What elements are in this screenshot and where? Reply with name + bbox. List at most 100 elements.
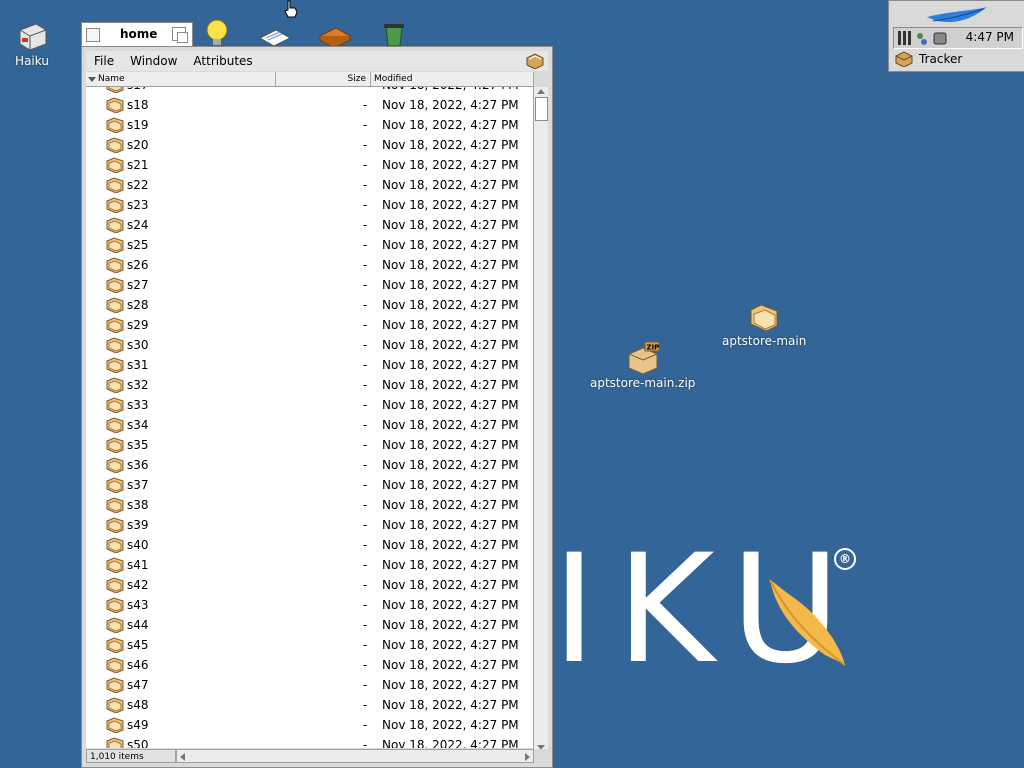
- scroll-thumb[interactable]: [535, 97, 548, 121]
- row-size: -: [363, 498, 368, 512]
- row-size: -: [363, 598, 368, 612]
- table-row[interactable]: s27 - Nov 18, 2022, 4:27 PM: [86, 275, 534, 295]
- horizontal-scrollbar[interactable]: [176, 749, 534, 763]
- file-list[interactable]: s17-Nov 18, 2022, 4:27 PMs18-Nov 18, 202…: [86, 87, 534, 748]
- column-name[interactable]: Name: [86, 72, 276, 86]
- table-row[interactable]: s19 - Nov 18, 2022, 4:27 PM: [86, 115, 534, 135]
- vertical-scrollbar[interactable]: [533, 87, 548, 752]
- row-name: s36: [127, 458, 149, 472]
- table-row[interactable]: s39 - Nov 18, 2022, 4:27 PM: [86, 515, 534, 535]
- row-modified: Nov 18, 2022, 4:27 PM: [382, 738, 519, 748]
- row-modified: Nov 18, 2022, 4:27 PM: [382, 318, 519, 332]
- scroll-up-arrow[interactable]: [537, 89, 545, 94]
- hard-disk-icon: [19, 23, 47, 51]
- table-row[interactable]: s48 - Nov 18, 2022, 4:27 PM: [86, 695, 534, 715]
- trash-icon[interactable]: [380, 20, 408, 48]
- row-modified: Nov 18, 2022, 4:27 PM: [382, 498, 519, 512]
- table-row[interactable]: s18 - Nov 18, 2022, 4:27 PM: [86, 95, 534, 115]
- menu-attributes[interactable]: Attributes: [185, 54, 260, 68]
- table-row[interactable]: s44 - Nov 18, 2022, 4:27 PM: [86, 615, 534, 635]
- folder-icon: [106, 137, 124, 156]
- row-modified: Nov 18, 2022, 4:27 PM: [382, 438, 519, 452]
- file-list-rows: s17-Nov 18, 2022, 4:27 PMs18-Nov 18, 202…: [86, 87, 534, 748]
- deskbar-clock[interactable]: 4:47 PM: [966, 30, 1014, 44]
- table-row[interactable]: s41 - Nov 18, 2022, 4:27 PM: [86, 555, 534, 575]
- resize-corner[interactable]: [534, 749, 548, 763]
- row-modified: Nov 18, 2022, 4:27 PM: [382, 87, 519, 92]
- table-row[interactable]: s22 - Nov 18, 2022, 4:27 PM: [86, 175, 534, 195]
- row-name: s28: [127, 298, 149, 312]
- deskbar-tray: 4:47 PM: [893, 27, 1023, 49]
- table-row[interactable]: s40 - Nov 18, 2022, 4:27 PM: [86, 535, 534, 555]
- folder-icon: [106, 397, 124, 416]
- scroll-right-arrow[interactable]: [525, 753, 530, 761]
- folder-icon: [106, 617, 124, 636]
- haiku-leaf-menu-icon[interactable]: [925, 5, 989, 27]
- table-row[interactable]: s21 - Nov 18, 2022, 4:27 PM: [86, 155, 534, 175]
- table-row[interactable]: s36 - Nov 18, 2022, 4:27 PM: [86, 455, 534, 475]
- row-modified: Nov 18, 2022, 4:27 PM: [382, 278, 519, 292]
- table-row[interactable]: s33 - Nov 18, 2022, 4:27 PM: [86, 395, 534, 415]
- menu-bar: File Window Attributes: [86, 51, 548, 71]
- row-name: s39: [127, 518, 149, 532]
- folder-icon: [106, 477, 124, 496]
- row-name: s30: [127, 338, 149, 352]
- table-row[interactable]: s31 - Nov 18, 2022, 4:27 PM: [86, 355, 534, 375]
- desktop-icon-aptstore-main[interactable]: aptstore-main: [722, 302, 806, 348]
- table-row[interactable]: s26 - Nov 18, 2022, 4:27 PM: [86, 255, 534, 275]
- document-icon[interactable]: [258, 28, 292, 48]
- row-size: -: [363, 518, 368, 532]
- row-size: -: [363, 338, 368, 352]
- table-row[interactable]: s30 - Nov 18, 2022, 4:27 PM: [86, 335, 534, 355]
- row-size: -: [363, 538, 368, 552]
- row-modified: Nov 18, 2022, 4:27 PM: [382, 158, 519, 172]
- desktop-icon-aptstore-main-zip[interactable]: ZIP aptstore-main.zip: [590, 340, 695, 390]
- table-row[interactable]: s42 - Nov 18, 2022, 4:27 PM: [86, 575, 534, 595]
- table-row[interactable]: s50 - Nov 18, 2022, 4:27 PM: [86, 735, 534, 748]
- window-close-button[interactable]: [86, 28, 100, 42]
- table-row[interactable]: s28 - Nov 18, 2022, 4:27 PM: [86, 295, 534, 315]
- folder-icon: [106, 377, 124, 396]
- package-icon[interactable]: [318, 26, 352, 48]
- row-name: s25: [127, 238, 149, 252]
- table-row[interactable]: s24 - Nov 18, 2022, 4:27 PM: [86, 215, 534, 235]
- column-size[interactable]: Size: [276, 72, 371, 86]
- desktop-icon-haiku[interactable]: Haiku: [14, 20, 50, 68]
- menu-file[interactable]: File: [86, 54, 122, 68]
- folder-icon: [106, 157, 124, 176]
- deskbar-tracker-item[interactable]: Tracker: [895, 51, 962, 67]
- table-row[interactable]: s20 - Nov 18, 2022, 4:27 PM: [86, 135, 534, 155]
- row-size: -: [363, 398, 368, 412]
- row-size: -: [363, 718, 368, 732]
- row-modified: Nov 18, 2022, 4:27 PM: [382, 118, 519, 132]
- row-size: -: [363, 438, 368, 452]
- table-row[interactable]: s49 - Nov 18, 2022, 4:27 PM: [86, 715, 534, 735]
- column-modified[interactable]: Modified: [371, 72, 534, 86]
- scroll-left-arrow[interactable]: [180, 753, 185, 761]
- row-name: s21: [127, 158, 149, 172]
- table-row[interactable]: s37 - Nov 18, 2022, 4:27 PM: [86, 475, 534, 495]
- table-row[interactable]: s23 - Nov 18, 2022, 4:27 PM: [86, 195, 534, 215]
- folder-icon: [106, 677, 124, 696]
- table-row[interactable]: s32 - Nov 18, 2022, 4:27 PM: [86, 375, 534, 395]
- table-row[interactable]: s35 - Nov 18, 2022, 4:27 PM: [86, 435, 534, 455]
- table-row[interactable]: s43 - Nov 18, 2022, 4:27 PM: [86, 595, 534, 615]
- wallpaper-leaf-icon: [769, 579, 846, 666]
- table-row[interactable]: s45 - Nov 18, 2022, 4:27 PM: [86, 635, 534, 655]
- window-tab[interactable]: home: [81, 22, 193, 46]
- tracker-menu-icon[interactable]: [526, 53, 544, 69]
- table-row[interactable]: s25 - Nov 18, 2022, 4:27 PM: [86, 235, 534, 255]
- table-row[interactable]: s17 - Nov 18, 2022, 4:27 PM: [86, 87, 534, 95]
- folder-icon: [106, 597, 124, 616]
- table-row[interactable]: s47 - Nov 18, 2022, 4:27 PM: [86, 675, 534, 695]
- table-row[interactable]: s29 - Nov 18, 2022, 4:27 PM: [86, 315, 534, 335]
- table-row[interactable]: s34 - Nov 18, 2022, 4:27 PM: [86, 415, 534, 435]
- row-name: s49: [127, 718, 149, 732]
- folder-icon: [106, 317, 124, 336]
- menu-window[interactable]: Window: [122, 54, 185, 68]
- window-zoom-button[interactable]: [172, 27, 188, 43]
- lightbulb-icon[interactable]: [203, 18, 231, 46]
- table-row[interactable]: s38 - Nov 18, 2022, 4:27 PM: [86, 495, 534, 515]
- table-row[interactable]: s46 - Nov 18, 2022, 4:27 PM: [86, 655, 534, 675]
- row-name: s32: [127, 378, 149, 392]
